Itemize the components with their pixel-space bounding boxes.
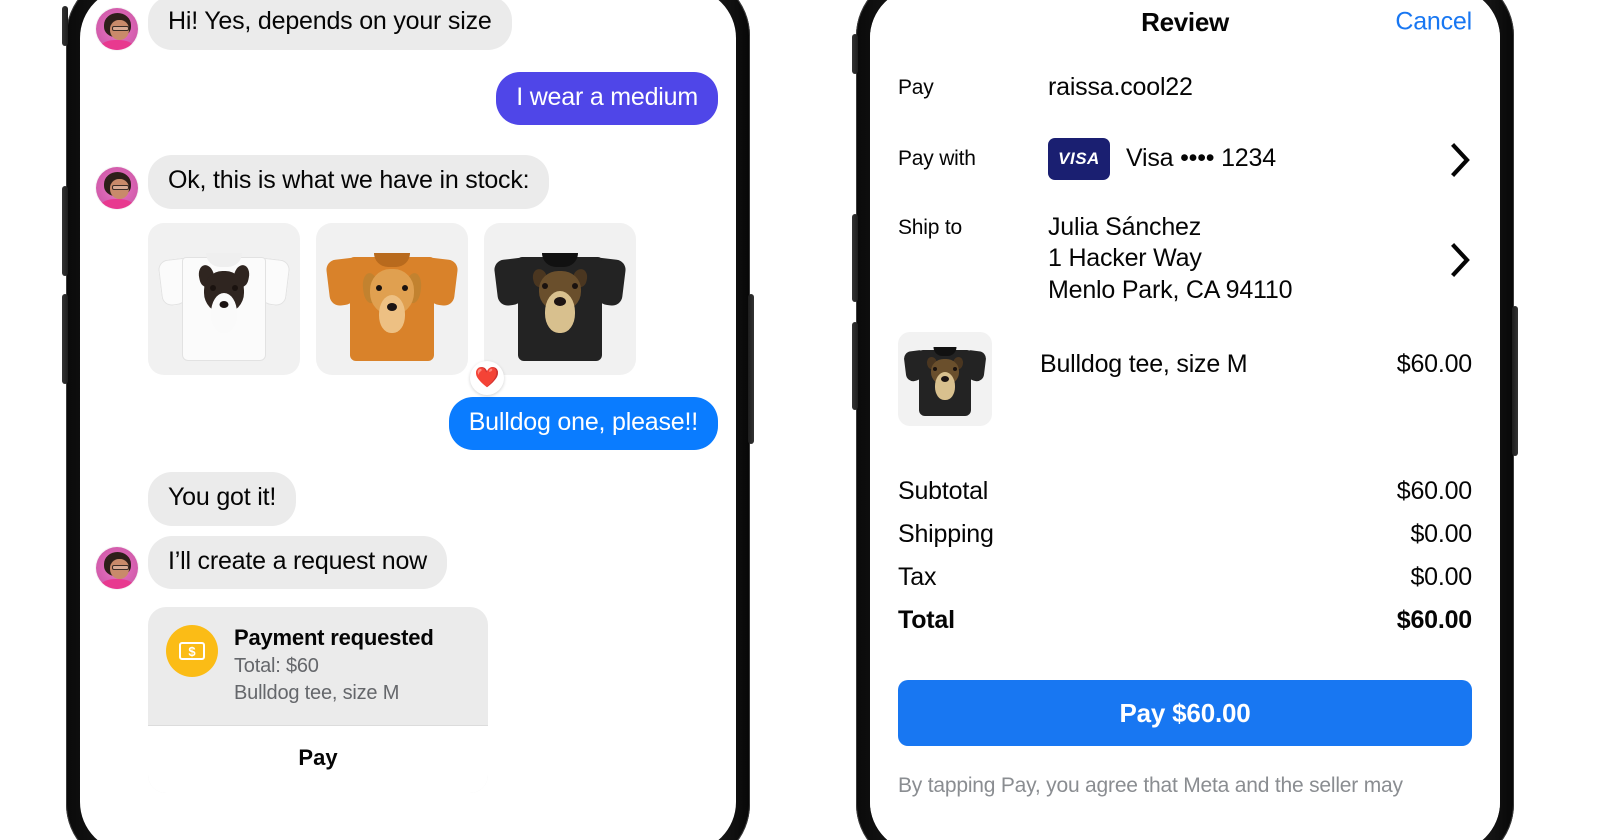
payment-card-pay-button[interactable]: Pay (148, 725, 488, 793)
order-item-row: Bulldog tee, size M $60.00 (898, 306, 1472, 426)
total-label: Subtotal (898, 477, 989, 505)
money-bill-icon: $ (166, 625, 218, 677)
message-bubble[interactable]: Bulldog one, please!! (448, 396, 718, 450)
field-label: Pay with (898, 146, 976, 170)
visa-card-icon: VISA (1048, 137, 1110, 180)
message-bubble[interactable]: Ok, this is what we have in stock: (148, 155, 550, 209)
page-title: Review (1141, 6, 1229, 37)
message-row-incoming: Hi! Yes, depends on your size (96, 0, 718, 50)
payment-card-total: Total: $60 (234, 655, 319, 677)
sheet-header: Review Cancel (898, 0, 1472, 56)
total-row-subtotal: Subtotal $60.00 (898, 470, 1472, 513)
payment-disclaimer: By tapping Pay, you agree that Meta and … (898, 774, 1403, 797)
heart-reaction-icon[interactable]: ❤️ (470, 360, 504, 395)
item-price: $60.00 (1396, 350, 1472, 378)
avatar (96, 547, 138, 589)
avatar-spacer (96, 333, 138, 375)
bulldog-graphic (529, 265, 591, 341)
order-totals: Subtotal $60.00 Shipping $0.00 Tax $0.00… (898, 470, 1472, 642)
message-row-incoming: You got it! (96, 472, 718, 526)
total-label: Tax (898, 563, 937, 591)
field-row-ship-to[interactable]: Ship to Julia Sánchez 1 Hacker Way Menlo… (898, 180, 1472, 307)
message-bubble[interactable]: I wear a medium (496, 71, 718, 125)
chevron-spacer (1442, 72, 1472, 74)
border-collie-graphic (193, 263, 255, 341)
total-row-shipping: Shipping $0.00 (898, 513, 1472, 556)
product-tile-orange-tee[interactable] (316, 222, 468, 375)
total-value: $60.00 (1396, 606, 1472, 634)
avatar-spacer (96, 484, 138, 526)
chevron-right-icon[interactable] (1442, 240, 1472, 278)
volume-down-button[interactable] (62, 294, 68, 384)
product-tile-white-tee[interactable] (148, 222, 300, 375)
total-value: $60.00 (1396, 477, 1472, 505)
mute-switch-button[interactable] (62, 6, 68, 46)
field-label: Ship to (898, 215, 962, 239)
ship-to-name: Julia Sánchez (1048, 212, 1202, 241)
payment-method-value: VISA Visa •••• 1234 (1048, 137, 1442, 180)
message-row-outgoing: Bulldog one, please!! (96, 396, 718, 450)
phone-right-screen: Review Cancel Pay raissa.cool22 Pay with… (870, 0, 1500, 840)
item-thumbnail (898, 332, 992, 426)
payment-request-card[interactable]: $ Payment requested Total: $60 Bulldog t… (148, 607, 488, 793)
product-tile-strip[interactable]: ❤️ (148, 222, 636, 395)
mute-switch-button[interactable] (852, 34, 858, 74)
avatar (96, 166, 138, 209)
cancel-button[interactable]: Cancel (1395, 8, 1472, 37)
field-row-pay-with[interactable]: Pay with VISA Visa •••• 1234 (898, 104, 1472, 180)
avatar (96, 7, 138, 50)
message-row-incoming: I’ll create a request now (96, 535, 718, 589)
message-row-products: ❤️ (96, 222, 718, 395)
pay-recipient-value: raissa.cool22 (1048, 73, 1193, 101)
field-label: Pay (898, 76, 934, 99)
item-name: Bulldog tee, size M (1040, 350, 1248, 378)
message-thread[interactable]: Hi! Yes, depends on your size I wear a m… (80, 0, 736, 840)
shipping-address-value: Julia Sánchez 1 Hacker Way Menlo Park, C… (1048, 212, 1442, 307)
review-sheet: Review Cancel Pay raissa.cool22 Pay with… (870, 0, 1500, 840)
volume-up-button[interactable] (62, 186, 68, 276)
total-value: $0.00 (1410, 520, 1472, 548)
avatar-spacer (96, 751, 138, 793)
golden-retriever-graphic (360, 265, 424, 341)
payment-card-item: Bulldog tee, size M (234, 682, 400, 704)
phone-right-device: Review Cancel Pay raissa.cool22 Pay with… (852, 0, 1518, 840)
field-row-pay: Pay raissa.cool22 (898, 56, 1472, 104)
total-label: Total (898, 606, 955, 634)
volume-down-button[interactable] (852, 322, 858, 410)
phone-left-device: Hi! Yes, depends on your size I wear a m… (62, 0, 754, 840)
total-row-total: Total $60.00 (898, 599, 1472, 642)
payment-method-label: Visa •••• 1234 (1126, 143, 1276, 172)
product-tile-black-tee[interactable] (484, 222, 636, 375)
payment-card-title: Payment requested (234, 625, 434, 650)
phone-left-screen: Hi! Yes, depends on your size I wear a m… (80, 0, 736, 840)
message-bubble[interactable]: I’ll create a request now (148, 535, 448, 589)
message-row-payment-card: $ Payment requested Total: $60 Bulldog t… (96, 607, 718, 793)
power-button[interactable] (748, 294, 754, 444)
bulldog-graphic (925, 355, 965, 405)
message-row-incoming: Ok, this is what we have in stock: (96, 155, 718, 209)
message-bubble[interactable]: You got it! (148, 472, 297, 526)
message-bubble[interactable]: Hi! Yes, depends on your size (148, 0, 512, 50)
screenshot-stage: Hi! Yes, depends on your size I wear a m… (0, 0, 1600, 840)
total-row-tax: Tax $0.00 (898, 556, 1472, 599)
pay-button[interactable]: Pay $60.00 (898, 680, 1472, 746)
ship-to-city: Menlo Park, CA 94110 (1048, 275, 1293, 304)
total-value: $0.00 (1410, 563, 1472, 591)
volume-up-button[interactable] (852, 214, 858, 302)
message-row-outgoing: I wear a medium (96, 71, 718, 125)
ship-to-street: 1 Hacker Way (1048, 244, 1202, 272)
chevron-right-icon[interactable] (1442, 140, 1472, 178)
power-button[interactable] (1512, 306, 1518, 456)
total-label: Shipping (898, 520, 994, 548)
